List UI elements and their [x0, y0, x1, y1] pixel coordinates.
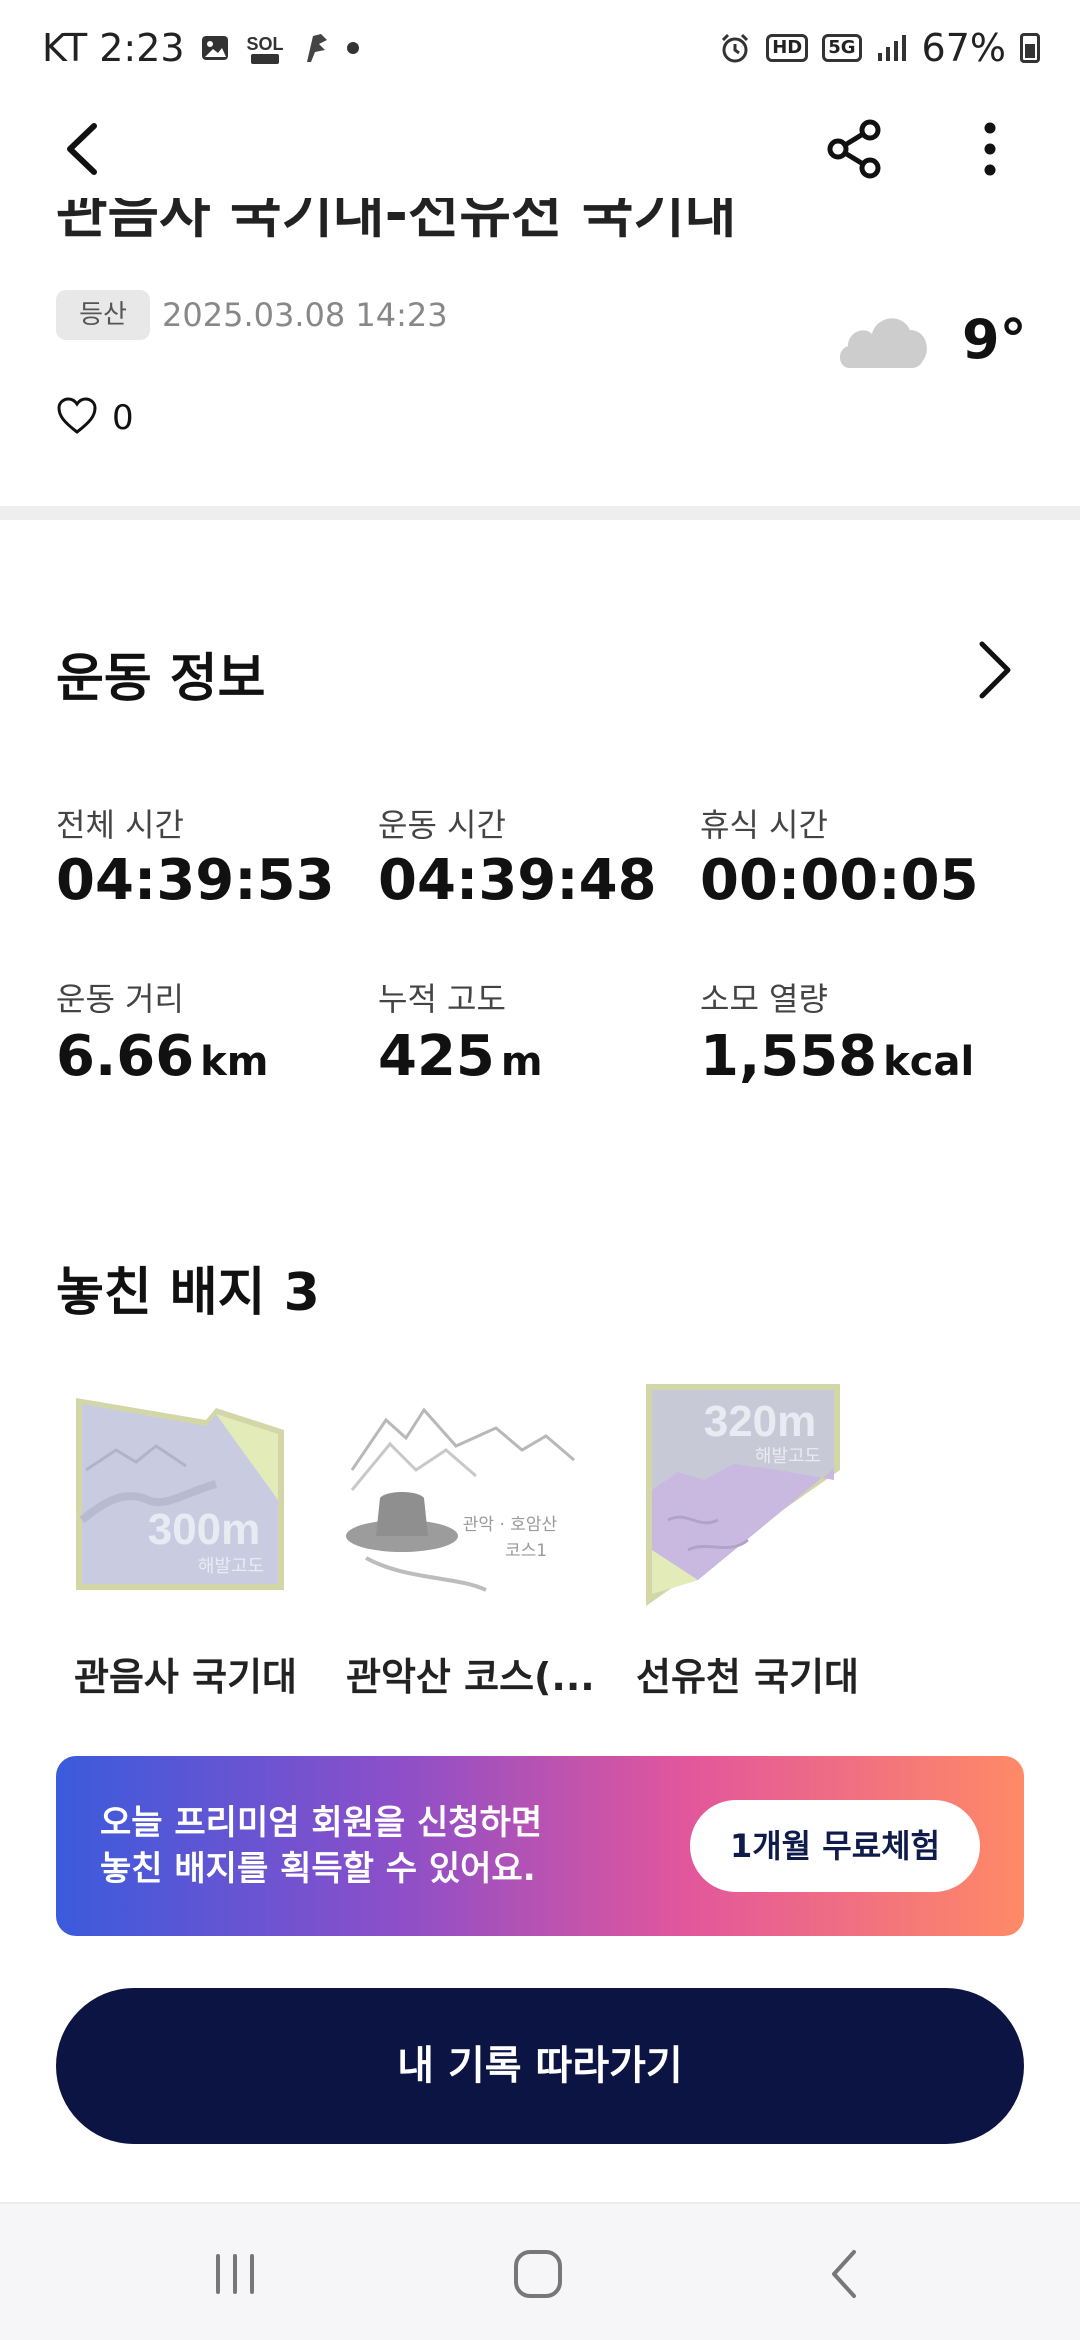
notification-dot [346, 42, 359, 54]
promo-text: 오늘 프리미엄 회원을 신청하면 놓친 배지를 획득할 수 있어요. [100, 1800, 542, 1892]
stat-elevation-label: 누적 고도 [378, 980, 506, 1018]
stat-total-time-label: 전체 시간 [56, 806, 184, 844]
chevron-right-icon[interactable] [974, 638, 1014, 702]
stat-rest-time-label: 휴식 시간 [700, 806, 828, 844]
badge-2-label: 관악산 코스(... [346, 1655, 595, 1699]
free-trial-button[interactable]: 1개월 무료체험 [690, 1800, 980, 1892]
promo-line-2: 놓친 배지를 획득할 수 있어요. [100, 1849, 536, 1889]
stat-calories-value: 1,558 kcal [700, 1024, 975, 1089]
back-icon[interactable] [56, 114, 116, 184]
badge-gwanaksan-course[interactable]: 관악 · 호암산 코스1 [346, 1380, 576, 1610]
alarm-icon [722, 33, 749, 63]
app-icon [306, 34, 327, 62]
badge-2-caption-line2: 코스1 [505, 1541, 547, 1561]
promo-line-1: 오늘 프리미엄 회원을 신청하면 [100, 1803, 543, 1843]
badge-3-big-text: 320m [704, 1397, 817, 1446]
heart-icon[interactable] [56, 396, 98, 436]
badge-seonyucheon-flagpole[interactable]: 320m 해발고도 [638, 1380, 868, 1610]
share-icon[interactable] [820, 114, 890, 184]
premium-promo-banner[interactable]: 오늘 프리미엄 회원을 신청하면 놓친 배지를 획득할 수 있어요. 1개월 무… [56, 1756, 1024, 1936]
record-datetime: 2025.03.08 14:23 [162, 296, 448, 334]
badge-1-big-text: 300m [148, 1505, 261, 1554]
recent-apps-icon[interactable] [212, 2252, 258, 2296]
stat-exercise-time-label: 운동 시간 [378, 806, 506, 844]
carrier-time: KT 2:23 [42, 26, 185, 70]
status-bar: KT 2:23 SOL HD 5G 67% [0, 0, 1080, 100]
temperature: 9° [962, 308, 1027, 371]
battery-icon [1020, 33, 1040, 63]
stat-calories-unit: kcal [883, 1039, 975, 1085]
category-tag: 등산 [56, 290, 150, 340]
badge-3-label: 선유천 국기대 [636, 1655, 859, 1699]
missed-badges-title: 놓친 배지 3 [56, 1263, 320, 1323]
badge-gwaneumsa-flagpole[interactable]: 300m 해발고도 [66, 1380, 296, 1610]
sol-bank-icon: SOL [246, 34, 283, 64]
stat-distance-value: 6.66 km [56, 1024, 269, 1089]
stat-rest-time-value: 00:00:05 [700, 848, 979, 913]
stat-total-time-value: 04:39:53 [56, 848, 335, 913]
stat-distance-unit: km [200, 1039, 269, 1085]
5g-icon: 5G [822, 34, 862, 62]
follow-my-record-button[interactable]: 내 기록 따라가기 [56, 1988, 1024, 2144]
battery-percent: 67% [921, 26, 1006, 70]
record-title: 관음사 국기대-선유천 국기대 [56, 198, 737, 242]
svg-text:SOL: SOL [246, 34, 283, 54]
system-nav-bar [0, 2202, 1080, 2340]
section-divider [0, 506, 1080, 520]
hd-icon: HD [766, 34, 809, 62]
signal-icon [877, 35, 906, 61]
stat-elevation-value: 425 m [378, 1024, 543, 1089]
home-icon[interactable] [512, 2248, 564, 2300]
stat-exercise-time-value: 04:39:48 [378, 848, 657, 913]
more-options-icon[interactable] [960, 114, 1020, 184]
badge-1-small-text: 해발고도 [198, 1556, 264, 1577]
stat-distance-label: 운동 거리 [56, 980, 184, 1018]
stat-calories-label: 소모 열량 [700, 980, 828, 1018]
exercise-info-title[interactable]: 운동 정보 [56, 636, 265, 711]
top-app-bar [0, 100, 1080, 200]
badge-2-caption-line1: 관악 · 호암산 [463, 1515, 558, 1535]
cloud-icon [839, 318, 927, 368]
record-title-container: 관음사 국기대-선유천 국기대 [0, 198, 1080, 242]
nav-back-icon[interactable] [826, 2248, 862, 2300]
badge-1-label: 관음사 국기대 [74, 1655, 297, 1699]
gallery-icon [201, 36, 228, 60]
badge-3-small-text: 해발고도 [755, 1446, 821, 1467]
like-count: 0 [112, 398, 134, 438]
stat-elevation-unit: m [500, 1039, 543, 1085]
